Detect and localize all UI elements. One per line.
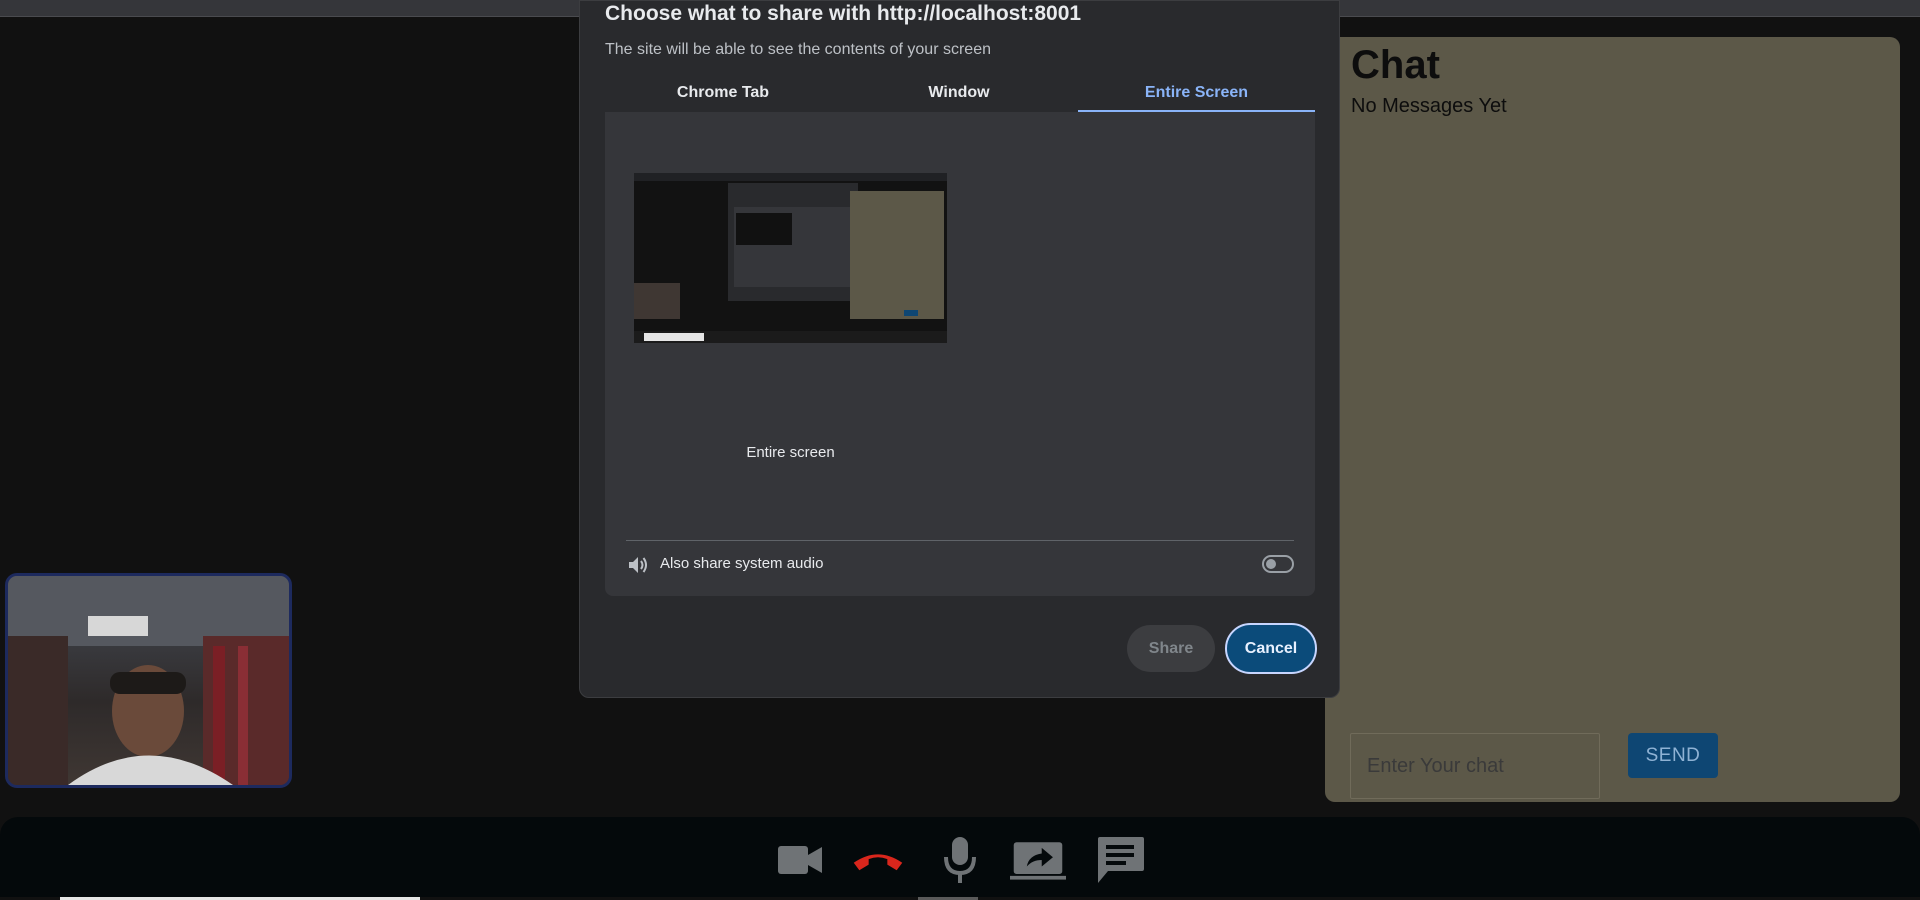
chat-icon[interactable] <box>1092 835 1148 885</box>
microphone-icon[interactable] <box>932 835 988 885</box>
self-video-preview <box>5 573 292 788</box>
chat-input[interactable] <box>1350 733 1600 799</box>
source-label: Entire screen <box>746 444 835 461</box>
video-camera-icon[interactable] <box>772 835 828 885</box>
end-call-icon[interactable] <box>850 835 906 885</box>
share-screen-icon[interactable] <box>1010 835 1066 885</box>
source-tabs: Chrome Tab Window Entire Screen <box>605 81 1315 112</box>
entire-screen-source[interactable]: Entire screen <box>634 165 947 461</box>
share-audio-toggle[interactable] <box>1262 555 1294 573</box>
call-control-bar <box>0 817 1920 897</box>
chat-title: Chat <box>1351 43 1440 87</box>
screen-share-dialog: Choose what to share with http://localho… <box>579 0 1340 698</box>
dialog-subtitle: The site will be able to see the content… <box>605 41 991 58</box>
send-button[interactable]: SEND <box>1628 733 1718 778</box>
share-audio-label: Also share system audio <box>660 555 824 572</box>
share-button[interactable]: Share <box>1127 625 1215 672</box>
tab-window[interactable]: Window <box>841 81 1077 112</box>
screen-thumbnail <box>634 165 947 343</box>
source-list: Entire screen Also share system audio <box>605 112 1315 596</box>
chat-empty-message: No Messages Yet <box>1351 95 1507 117</box>
divider <box>626 540 1294 541</box>
tab-entire-screen[interactable]: Entire Screen <box>1078 81 1315 112</box>
toggle-knob <box>1266 559 1276 569</box>
dialog-title: Choose what to share with http://localho… <box>605 2 1082 25</box>
chat-panel: Chat No Messages Yet SEND <box>1325 37 1900 802</box>
cancel-button[interactable]: Cancel <box>1225 623 1317 674</box>
speaker-icon <box>629 557 647 573</box>
tab-chrome-tab[interactable]: Chrome Tab <box>605 81 841 112</box>
